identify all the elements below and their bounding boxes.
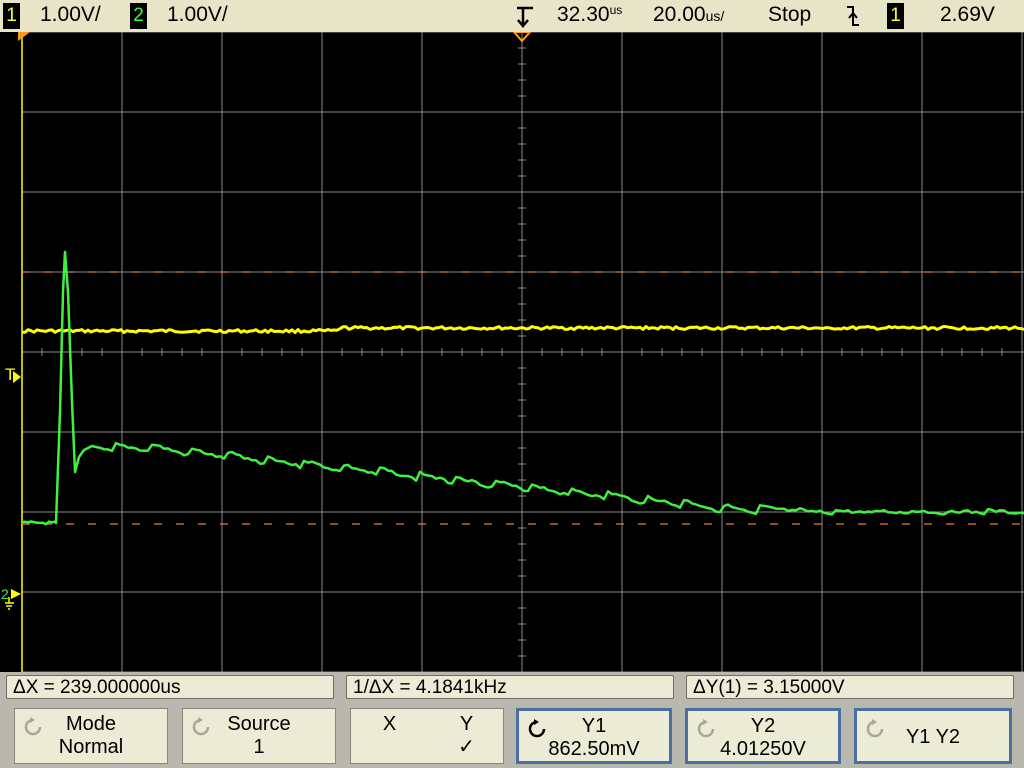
y-option-label: Y — [459, 713, 474, 735]
time-delay-unit: us — [609, 3, 623, 17]
time-scale-unit: us/ — [705, 8, 725, 24]
source-label: Source — [227, 713, 291, 735]
xy-softkey[interactable]: X Y ✓ — [350, 708, 504, 764]
channel2-badge: 2 — [130, 3, 147, 29]
y2-value: 4.01250V — [720, 738, 806, 760]
trigger-source-indicator[interactable]: 1 — [887, 3, 904, 29]
mode-softkey[interactable]: Mode Normal — [14, 708, 168, 764]
trigger-source-badge: 1 — [887, 3, 904, 29]
y2-label: Y2 — [750, 715, 776, 737]
trigger-level: 2.69V — [940, 3, 995, 26]
delta-x-readout: ΔX = 239.000000us — [6, 675, 334, 699]
measurement-panel: ΔX = 239.000000us 1/ΔX = 4.1841kHz ΔY(1)… — [0, 672, 1024, 768]
run-state[interactable]: Stop — [768, 3, 811, 27]
channel2-indicator[interactable]: 2 — [130, 3, 147, 29]
mode-label: Mode — [65, 713, 117, 735]
y1-value: 862.50mV — [548, 738, 640, 760]
source-value: 1 — [253, 736, 265, 758]
y1-y2-label: Y1 Y2 — [905, 726, 961, 748]
ground-marker-number: 2 — [1, 586, 9, 602]
delta-y-readout: ΔY(1) = 3.15000V — [686, 675, 1014, 699]
time-scale: 20.00us/ — [653, 3, 724, 27]
x-option-label: X — [382, 713, 397, 735]
waveform-display[interactable]: T 2 — [0, 32, 1024, 672]
time-delay-value: 32.30 — [557, 3, 610, 26]
falling-edge-icon — [846, 5, 860, 33]
y1-y2-softkey[interactable]: Y1 Y2 — [854, 708, 1012, 764]
cursor-lines — [22, 271, 1024, 525]
channel1-badge: 1 — [3, 3, 20, 29]
y1-softkey[interactable]: Y1 862.50mV — [516, 708, 672, 764]
channel2-scale: 1.00V/ — [167, 3, 228, 26]
channel1-trace — [21, 325, 1024, 334]
trigger-level-marker[interactable]: T — [5, 365, 21, 384]
status-bar: 1 1.00V/ 2 1.00V/ 32.30us 20.00us/ Stop … — [0, 0, 1024, 32]
channel1-scale: 1.00V/ — [40, 3, 101, 26]
channel2-trace — [21, 250, 1024, 526]
time-reference-icon — [515, 6, 535, 34]
ground-level-marker[interactable]: 2 — [1, 586, 21, 610]
y1-label: Y1 — [581, 715, 607, 737]
graticule — [21, 32, 1024, 672]
time-scale-value: 20.00 — [653, 3, 706, 26]
time-delay: 32.30us — [557, 3, 622, 27]
mode-value: Normal — [58, 736, 124, 758]
channel1-indicator[interactable]: 1 — [3, 3, 20, 29]
left-edge-marker — [18, 32, 30, 41]
source-softkey[interactable]: Source 1 — [182, 708, 336, 764]
inverse-delta-x-readout: 1/ΔX = 4.1841kHz — [346, 675, 674, 699]
checkmark-icon: ✓ — [458, 736, 475, 758]
waveform-area: T 2 — [1, 32, 1024, 672]
y2-softkey[interactable]: Y2 4.01250V — [685, 708, 841, 764]
